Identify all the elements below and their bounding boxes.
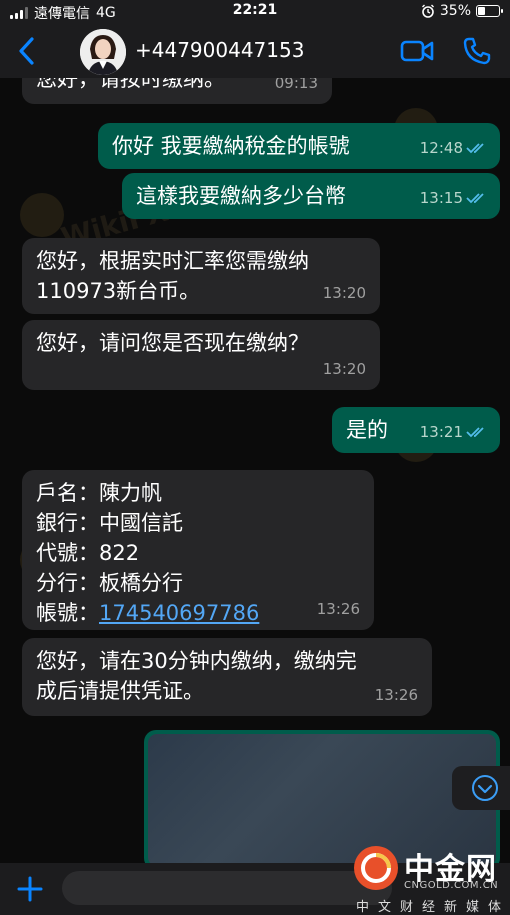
message-bubble-outgoing[interactable]: 這樣我要繳納多少台幣 13:15 <box>122 173 500 219</box>
message-bubble-incoming[interactable]: 您好，请在30分钟内缴纳，缴纳完 成后请提供凭证。 13:26 <box>22 638 432 716</box>
message-text-line: 110973新台币。 <box>36 279 201 303</box>
message-input[interactable] <box>62 871 392 905</box>
watermark-logo-icon <box>20 193 64 237</box>
message-text-line: 帳號：174540697786 <box>36 598 360 628</box>
chat-header: +447900447153 <box>0 24 510 78</box>
message-bubble-incoming[interactable]: 您好，请问您是否现在缴纳？ 13:20 <box>22 320 380 390</box>
brand-url: CNGOLD.COM.CN <box>404 880 499 891</box>
message-text: 你好 我要繳納稅金的帳號 <box>112 134 350 158</box>
chevron-left-icon[interactable] <box>12 34 42 68</box>
message-text: 這樣我要繳納多少台幣 <box>136 184 346 208</box>
message-bubble-outgoing[interactable]: 是的 13:21 <box>332 407 500 453</box>
read-receipt-icon <box>466 143 484 154</box>
contact-name[interactable]: +447900447153 <box>135 38 304 62</box>
message-text: 您好，请按时缴纳。 <box>36 78 225 91</box>
message-time: 09:13 <box>274 78 318 92</box>
account-label: 帳號： <box>36 601 99 625</box>
message-time: 13:26 <box>316 600 360 618</box>
battery-icon <box>476 5 503 17</box>
message-time: 13:26 <box>374 686 418 704</box>
message-bubble-outgoing[interactable]: 你好 我要繳納稅金的帳號 12:48 <box>98 123 500 169</box>
plus-icon[interactable] <box>14 873 46 905</box>
scroll-to-bottom-button[interactable] <box>452 766 510 810</box>
message-bubble-incoming[interactable]: 戶名：陳力帆 銀行：中國信託 代號：822 分行：板橋分行 帳號：1745406… <box>22 470 374 630</box>
read-receipt-icon <box>466 427 484 438</box>
message-meta: 13:15 <box>420 183 488 213</box>
account-number-link[interactable]: 174540697786 <box>99 601 259 625</box>
person-avatar-icon <box>80 29 126 75</box>
message-text-line: 分行：板橋分行 <box>36 571 183 595</box>
message-text-line: 您好，根据实时汇率您需缴纳 <box>36 249 309 273</box>
alarm-icon <box>421 4 434 18</box>
message-meta: 13:21 <box>420 417 488 447</box>
message-text-line: 代號：822 <box>36 541 140 565</box>
message-bubble-incoming[interactable]: 您好，请按时缴纳。 09:13 <box>22 78 332 104</box>
read-receipt-icon <box>466 193 484 204</box>
brand-logo-icon <box>354 846 398 890</box>
chevron-down-circle-icon <box>472 775 498 801</box>
message-text: 是的 <box>346 418 388 442</box>
phone-icon[interactable] <box>462 36 492 66</box>
message-time: 13:21 <box>419 423 463 441</box>
chat-area[interactable]: WikiFX WikiFX WikiFX 您好，请按时缴纳。 09:13 你好 … <box>0 78 510 863</box>
message-text-line: 銀行：中國信託 <box>36 511 183 535</box>
message-text-line: 成后请提供凭证。 <box>36 679 204 703</box>
message-time: 13:20 <box>322 360 366 378</box>
message-time: 13:20 <box>322 284 366 302</box>
message-text: 您好，请问您是否现在缴纳？ <box>36 331 309 355</box>
message-meta: 12:48 <box>420 133 488 163</box>
brand-watermark: 中金网 CNGOLD.COM.CN 中文财经新媒体 <box>352 844 510 915</box>
status-bar: 遠傳電信 4G 22:21 35% <box>0 0 510 24</box>
brand-tagline: 中文财经新媒体 <box>356 900 510 915</box>
video-camera-icon[interactable] <box>400 38 434 64</box>
avatar[interactable] <box>80 29 126 75</box>
message-time: 13:15 <box>419 189 463 207</box>
message-text-line: 您好，请在30分钟内缴纳，缴纳完 <box>36 649 357 673</box>
message-text-line: 戶名：陳力帆 <box>36 481 162 505</box>
message-bubble-incoming[interactable]: 您好，根据实时汇率您需缴纳 110973新台币。 13:20 <box>22 238 380 314</box>
message-time: 12:48 <box>419 139 463 157</box>
battery-percent: 35% <box>439 3 471 19</box>
